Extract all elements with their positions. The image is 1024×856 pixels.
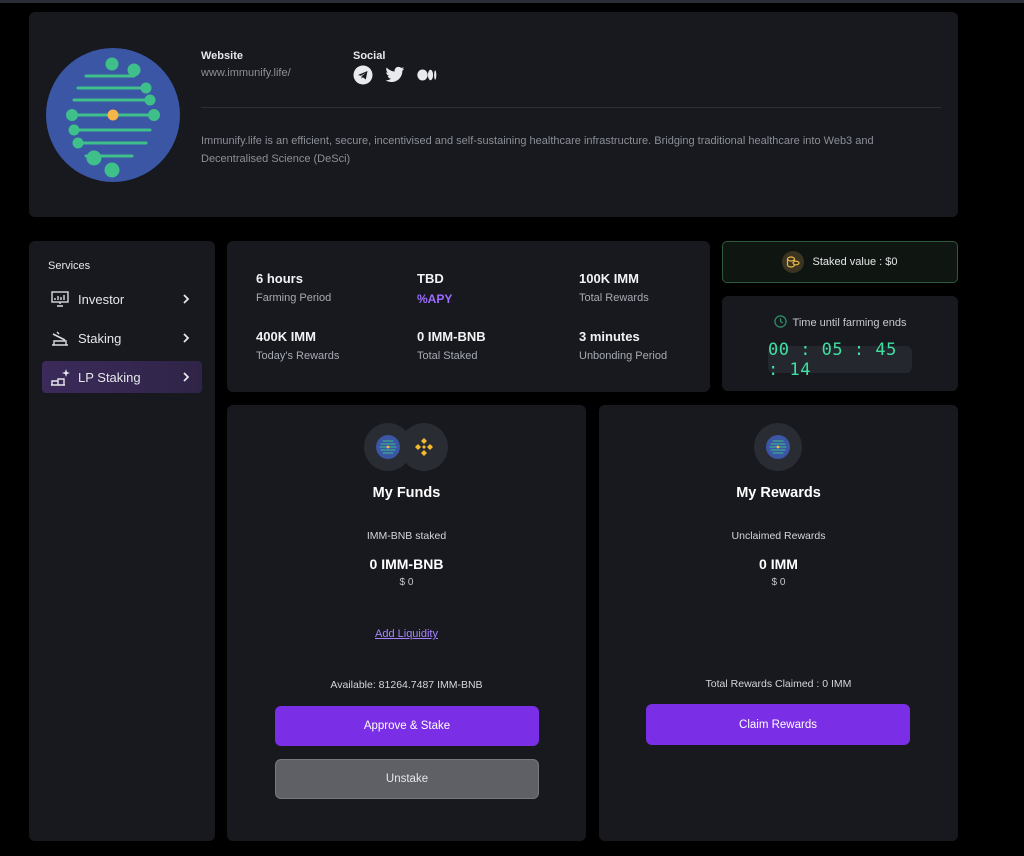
available-balance: Available: 81264.7487 IMM-BNB xyxy=(330,679,483,691)
my-funds-card: My Funds IMM-BNB staked 0 IMM-BNB $ 0 Ad… xyxy=(227,405,586,841)
unclaimed-usd-value: $ 0 xyxy=(771,577,786,588)
stat-value: 6 hours xyxy=(256,271,303,286)
chevron-right-icon xyxy=(178,372,194,382)
website-block: Website www.immunify.life/ xyxy=(201,50,291,79)
profile-divider xyxy=(201,107,941,108)
stat-label: Today's Rewards xyxy=(256,350,340,362)
timer-title: Time until farming ends xyxy=(792,317,907,329)
staked-amount: 0 IMM-BNB xyxy=(369,556,444,572)
farming-timer-card: Time until farming ends 00 : 05 : 45 : 1… xyxy=(722,296,958,391)
approve-stake-button[interactable]: Approve & Stake xyxy=(275,706,539,746)
stat-value: 400K IMM xyxy=(256,329,316,344)
staked-label: IMM-BNB staked xyxy=(366,530,447,542)
immunify-logo xyxy=(46,48,180,182)
top-border xyxy=(0,0,1024,3)
total-rewards-claimed: Total Rewards Claimed : 0 IMM xyxy=(705,678,852,690)
stat-apy: TBD %APY xyxy=(417,271,452,306)
countdown-timer: 00 : 05 : 45 : 14 xyxy=(768,340,912,380)
stat-farming-period: 6 hours Farming Period xyxy=(256,271,331,304)
imm-token-icon xyxy=(754,423,802,471)
social-block: Social xyxy=(353,50,437,85)
medium-icon[interactable] xyxy=(417,65,437,85)
unstake-button[interactable]: Unstake xyxy=(275,759,539,799)
presentation-chart-icon xyxy=(50,289,70,309)
my-funds-title: My Funds xyxy=(372,485,441,501)
unclaimed-label: Unclaimed Rewards xyxy=(731,530,826,542)
chevron-right-icon xyxy=(178,333,194,343)
stat-label: %APY xyxy=(417,292,453,306)
project-profile-card: Website www.immunify.life/ Social Immuni… xyxy=(29,12,958,217)
stat-total-staked: 0 IMM-BNB Total Staked xyxy=(417,329,486,362)
staked-value-text: Staked value : $0 xyxy=(812,256,898,268)
clock-icon xyxy=(773,315,787,331)
stat-value: 3 minutes xyxy=(579,329,640,344)
project-description: Immunify.life is an efficient, secure, i… xyxy=(201,135,874,165)
unclaimed-amount: 0 IMM xyxy=(759,556,798,572)
sidebar-item-staking[interactable]: Staking xyxy=(42,322,202,354)
claim-rewards-button[interactable]: Claim Rewards xyxy=(646,704,910,745)
stat-todays-rewards: 400K IMM Today's Rewards xyxy=(256,329,339,362)
social-label: Social xyxy=(353,50,386,62)
staked-usd-value: $ 0 xyxy=(399,577,414,588)
add-liquidity-link[interactable]: Add Liquidity xyxy=(375,628,438,640)
stat-label: Unbonding Period xyxy=(579,350,668,362)
stat-label: Total Rewards xyxy=(579,292,649,304)
sidebar-item-investor[interactable]: Investor xyxy=(42,283,202,315)
sidebar-item-label: Staking xyxy=(78,330,122,346)
staking-icon xyxy=(50,328,70,348)
my-rewards-card: My Rewards Unclaimed Rewards 0 IMM $ 0 T… xyxy=(599,405,958,841)
telegram-icon[interactable] xyxy=(353,65,373,85)
stat-value: TBD xyxy=(417,271,444,286)
chevron-right-icon xyxy=(178,294,194,304)
staked-value-badge: Staked value : $0 xyxy=(722,241,958,283)
twitter-icon[interactable] xyxy=(385,65,405,85)
stat-total-rewards: 100K IMM Total Rewards xyxy=(579,271,649,304)
stat-value: 100K IMM xyxy=(579,271,639,286)
website-label: Website xyxy=(201,50,243,62)
services-sidebar: Services Investor Staking LP Staking xyxy=(29,241,215,841)
sidebar-item-lp-staking[interactable]: LP Staking xyxy=(42,361,202,393)
bnb-token-icon xyxy=(400,423,448,471)
sidebar-item-label: Investor xyxy=(78,291,125,307)
sidebar-item-label: LP Staking xyxy=(78,369,141,385)
stat-value: 0 IMM-BNB xyxy=(417,329,486,344)
website-link[interactable]: www.immunify.life/ xyxy=(201,67,291,79)
stat-label: Farming Period xyxy=(256,292,332,304)
coins-icon xyxy=(782,251,805,273)
stat-label: Total Staked xyxy=(417,350,478,362)
lp-staking-icon xyxy=(50,367,70,387)
stat-unbonding-period: 3 minutes Unbonding Period xyxy=(579,329,667,362)
sidebar-title: Services xyxy=(48,260,91,272)
farm-stats-card: 6 hours Farming Period TBD %APY 100K IMM… xyxy=(227,241,710,392)
my-rewards-title: My Rewards xyxy=(736,485,821,501)
